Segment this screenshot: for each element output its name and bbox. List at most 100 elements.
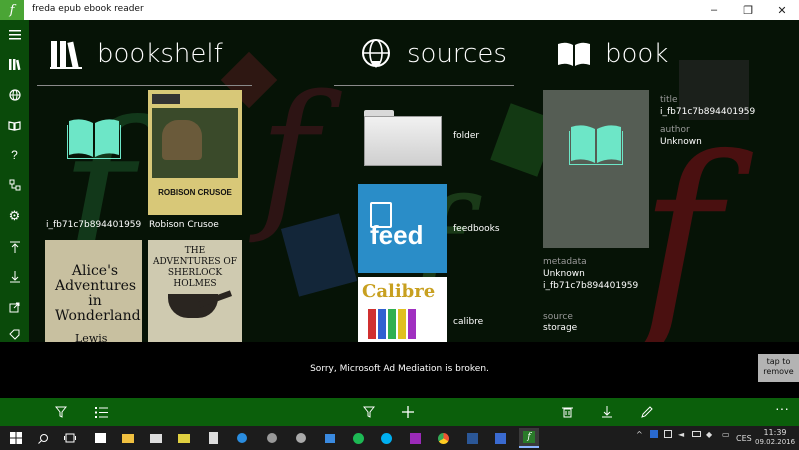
minimize-button[interactable]: –	[697, 0, 731, 20]
folder-icon	[362, 110, 442, 166]
feedbooks-logo: feed	[358, 184, 447, 273]
tap-to-remove-button[interactable]: tap to remove	[758, 354, 799, 382]
ad-bar: Sorry, Microsoft Ad Mediation is broken.…	[0, 342, 799, 398]
author-value: Unknown	[660, 137, 702, 147]
metadata-value: i_fb71c7b894401959	[543, 281, 639, 291]
cover-title: Alice's Adventures in Wonderland	[55, 263, 141, 324]
book-cover-holmes[interactable]: THE ADVENTURES OF SHERLOCK HOLMES	[148, 240, 242, 342]
more-options-button[interactable]: ···	[775, 400, 789, 416]
word-icon[interactable]	[462, 428, 482, 448]
bookshelf-header[interactable]: bookshelf	[49, 34, 223, 74]
clock-time[interactable]: 11:39	[760, 428, 790, 437]
restore-button[interactable]: ❐	[731, 0, 765, 20]
onenote-icon[interactable]	[405, 428, 425, 448]
book-icon[interactable]	[0, 115, 29, 137]
tweetdeck-icon[interactable]	[291, 428, 311, 448]
sources-title: sources	[407, 39, 507, 69]
source-label: source	[543, 312, 573, 322]
sources-header[interactable]: sources	[359, 34, 507, 74]
calibre-logo: Calibre	[358, 277, 447, 342]
book-icon	[67, 119, 121, 159]
source-value: storage	[543, 323, 578, 333]
windows-start-icon[interactable]	[6, 428, 26, 448]
action-center-icon[interactable]: ▭	[722, 430, 730, 439]
help-icon[interactable]: ?	[0, 144, 29, 166]
background-book-shape	[280, 213, 358, 297]
main-content: f f f f bookshelf i_fb71c7b894401959 ROB…	[29, 20, 799, 342]
title-label: title	[660, 95, 678, 105]
cover-author: Lewis	[75, 332, 108, 342]
app-bar: ···	[0, 398, 799, 426]
book-icon	[569, 125, 623, 165]
freda-taskbar-icon[interactable]: f	[519, 428, 539, 448]
input-language[interactable]: CES	[736, 434, 752, 443]
book-cover-robinson[interactable]: ROBISON CRUSOE	[148, 90, 242, 215]
sources-divider	[334, 85, 514, 86]
book-detail-tile[interactable]	[543, 90, 649, 248]
bookshelf-divider	[37, 85, 252, 86]
metadata-label: metadata	[543, 257, 587, 267]
sitemap-icon[interactable]	[0, 174, 29, 196]
export-icon[interactable]	[0, 296, 29, 318]
outlook-tray-icon[interactable]	[650, 430, 658, 440]
add-icon[interactable]	[397, 402, 419, 422]
volume-icon[interactable]: ◄	[678, 430, 684, 439]
app-icon: f	[0, 0, 24, 20]
file-explorer-icon[interactable]	[118, 428, 138, 448]
source-label: calibre	[453, 317, 484, 327]
globe-download-icon	[359, 37, 393, 71]
download-icon[interactable]	[0, 266, 29, 288]
book-tile-placeholder[interactable]	[45, 90, 142, 213]
download-icon[interactable]	[596, 402, 618, 422]
source-label: folder	[453, 131, 480, 141]
show-hidden-icons[interactable]: ^	[636, 430, 643, 439]
globe-icon[interactable]	[0, 84, 29, 106]
dropbox-icon[interactable]	[320, 428, 340, 448]
book-cover-alice[interactable]: Alice's Adventures in Wonderland Lewis	[45, 240, 142, 342]
store-icon[interactable]	[90, 428, 110, 448]
clock-date[interactable]: 09.02.2016	[755, 438, 795, 446]
cover-title: THE ADVENTURES OF SHERLOCK HOLMES	[152, 246, 238, 289]
metadata-value: Unknown	[543, 269, 585, 279]
battery-icon[interactable]	[692, 430, 701, 439]
open-book-icon	[557, 37, 591, 71]
bookshelf-icon[interactable]	[0, 53, 29, 75]
title-bar: f freda epub ebook reader – ❐ ✕	[0, 0, 799, 20]
app-icon[interactable]	[262, 428, 282, 448]
delete-icon[interactable]	[556, 402, 578, 422]
weather-icon[interactable]	[232, 428, 252, 448]
bookshelf-icon	[49, 37, 83, 71]
book-header[interactable]: book	[557, 34, 668, 74]
skype-icon[interactable]	[376, 428, 396, 448]
browser-icon[interactable]	[490, 428, 510, 448]
search-icon[interactable]	[33, 428, 53, 448]
list-icon[interactable]	[90, 402, 112, 422]
calculator-icon[interactable]	[203, 428, 223, 448]
photos-icon[interactable]	[174, 428, 194, 448]
task-view-icon[interactable]	[60, 428, 80, 448]
source-label: feedbooks	[453, 224, 500, 234]
book-title: book	[605, 39, 669, 69]
sidebar: ? ⚙	[0, 20, 29, 342]
ad-message: Sorry, Microsoft Ad Mediation is broken.	[310, 364, 489, 374]
settings-icon[interactable]: ⚙	[0, 205, 29, 227]
hamburger-menu-icon[interactable]	[0, 24, 29, 46]
book-caption: i_fb71c7b894401959	[46, 220, 142, 230]
filter-icon[interactable]	[50, 402, 72, 422]
window-title: freda epub ebook reader	[32, 4, 144, 14]
title-value: i_fb71c7b894401959	[660, 107, 756, 117]
upload-icon[interactable]	[0, 236, 29, 258]
book-caption: Robison Crusoe	[149, 220, 219, 230]
spotify-icon[interactable]	[348, 428, 368, 448]
edit-icon[interactable]	[636, 402, 658, 422]
close-button[interactable]: ✕	[765, 0, 799, 20]
filter-icon[interactable]	[358, 402, 380, 422]
cover-title: ROBISON CRUSOE	[158, 188, 232, 197]
wifi-icon[interactable]: ◆	[706, 430, 712, 439]
chrome-icon[interactable]	[433, 428, 453, 448]
bookshelf-title: bookshelf	[97, 39, 223, 69]
taskbar: f ^ ◄ ◆ ▭ CES 11:39 09.02.2016	[0, 426, 799, 450]
media-player-icon[interactable]	[146, 428, 166, 448]
network-icon[interactable]	[664, 430, 672, 440]
author-label: author	[660, 125, 690, 135]
